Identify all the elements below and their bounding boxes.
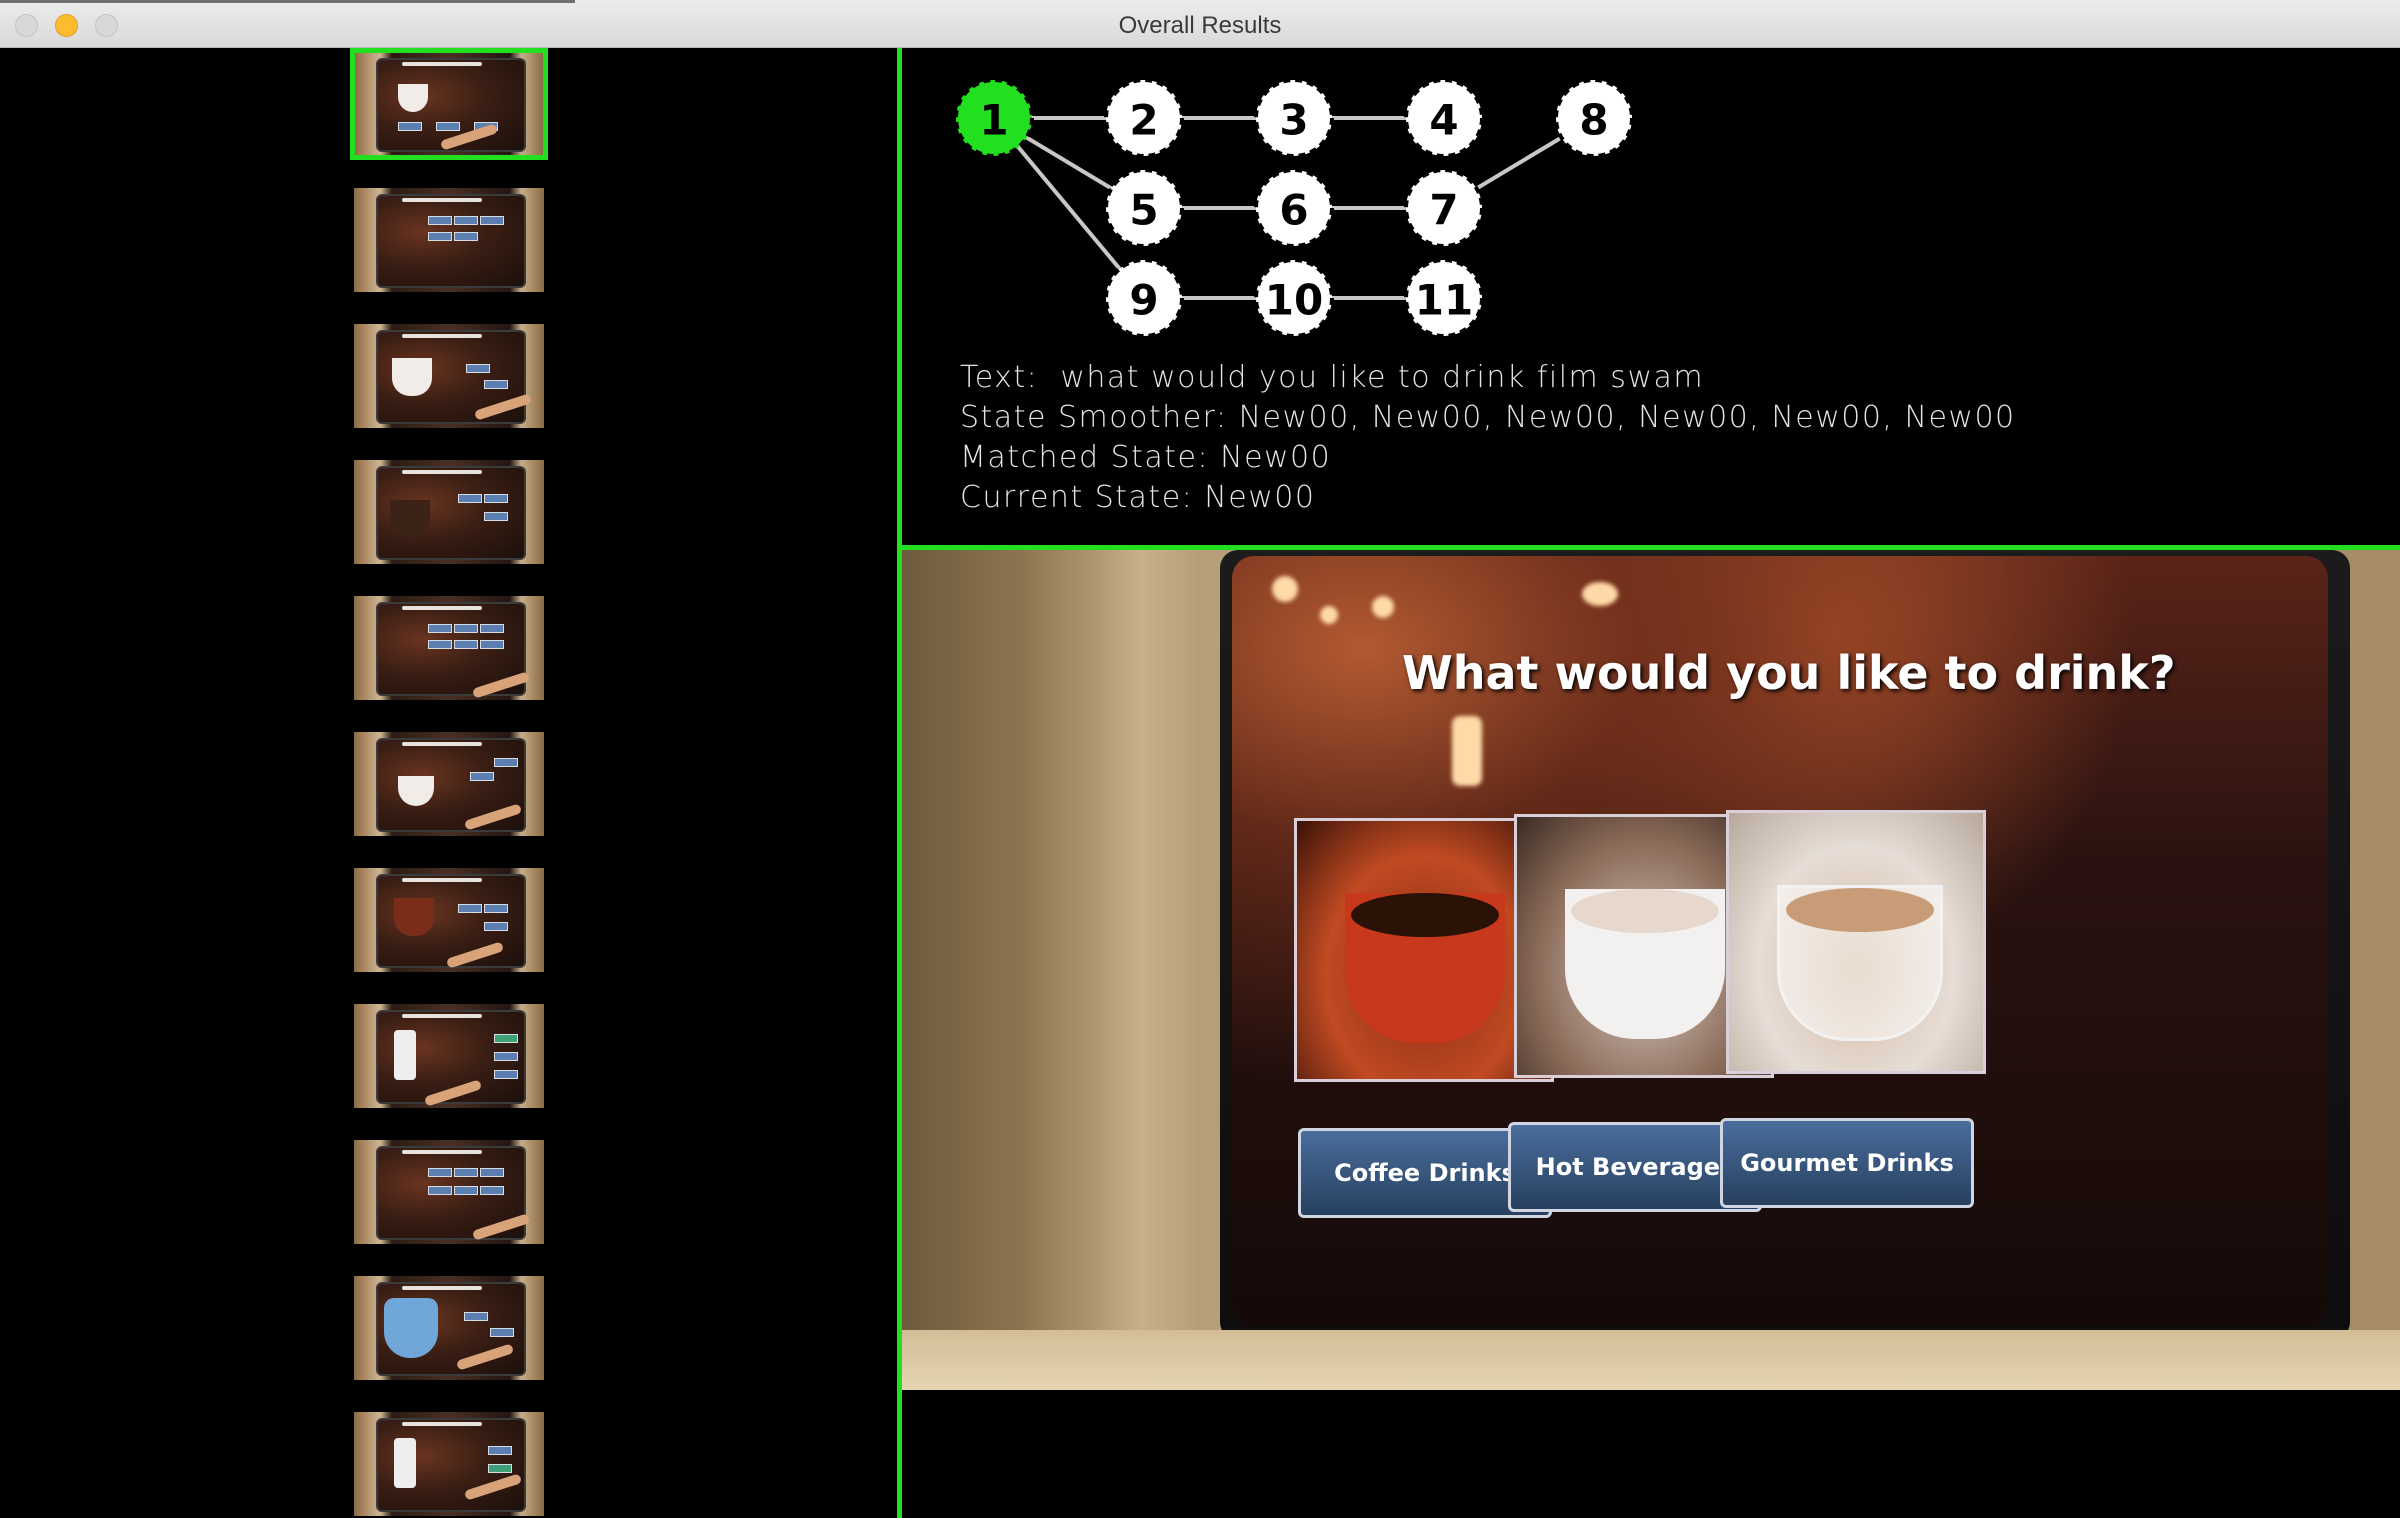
svg-text:6: 6 [1279, 186, 1308, 235]
titlebar-progress [0, 0, 575, 3]
thumbnail-frame[interactable] [354, 596, 544, 700]
state-smoother-line: State Smoother: New00, New00, New00, New… [960, 400, 2016, 435]
svg-text:7: 7 [1429, 186, 1458, 235]
status-info: Text: what would you like to drink film … [960, 358, 2016, 518]
thumbnail-frame[interactable] [350, 48, 548, 160]
matched-state-line: Matched State: New00 [960, 440, 1332, 475]
graph-node-11: 11 [1404, 258, 1484, 338]
thumbnail-strip[interactable] [0, 48, 897, 1518]
window-title: Overall Results [1118, 12, 1282, 39]
thumbnail-frame[interactable] [354, 1276, 544, 1380]
svg-text:8: 8 [1579, 96, 1608, 145]
graph-node-4: 4 [1404, 78, 1484, 158]
svg-text:1: 1 [979, 96, 1008, 145]
svg-text:9: 9 [1129, 276, 1158, 325]
thumbnail-frame[interactable] [354, 460, 544, 564]
thumbnail-frame[interactable] [354, 188, 544, 292]
graph-node-8: 8 [1554, 78, 1634, 158]
graph-node-9: 9 [1104, 258, 1184, 338]
graph-node-10: 10 [1254, 258, 1334, 338]
kiosk-ledge [902, 1330, 2400, 1390]
thumbnail-frame[interactable] [354, 1004, 544, 1108]
graph-node-6: 6 [1254, 168, 1334, 248]
svg-text:4: 4 [1429, 96, 1458, 145]
thumbnail-frame[interactable] [354, 1412, 544, 1516]
camera-frame: What would you like to drink? Coffee Dri… [902, 550, 2400, 1390]
svg-text:3: 3 [1279, 96, 1308, 145]
state-graph: 1 2 3 4 5 6 7 8 9 10 11 [954, 78, 1634, 338]
svg-text:11: 11 [1415, 276, 1473, 325]
recognized-text-line: Text: what would you like to drink film … [960, 360, 1705, 395]
graph-node-7: 7 [1404, 168, 1484, 248]
graph-node-2: 2 [1104, 78, 1184, 158]
thumbnail-frame[interactable] [354, 868, 544, 972]
current-state-line: Current State: New00 [960, 480, 1316, 515]
gourmet-drinks-image[interactable] [1726, 810, 1986, 1074]
kiosk-screen: What would you like to drink? Coffee Dri… [1232, 556, 2328, 1326]
svg-text:5: 5 [1129, 186, 1158, 235]
kiosk-question: What would you like to drink? [1402, 646, 2176, 700]
svg-text:10: 10 [1265, 276, 1323, 325]
gourmet-drinks-button[interactable]: Gourmet Drinks [1720, 1118, 1974, 1208]
svg-text:2: 2 [1129, 96, 1158, 145]
thumbnail-frame[interactable] [354, 324, 544, 428]
graph-node-5: 5 [1104, 168, 1184, 248]
thumbnail-frame[interactable] [354, 1140, 544, 1244]
graph-node-1: 1 [954, 78, 1034, 158]
window-titlebar: Overall Results [0, 0, 2400, 48]
graph-node-3: 3 [1254, 78, 1334, 158]
thumbnail-frame[interactable] [354, 732, 544, 836]
